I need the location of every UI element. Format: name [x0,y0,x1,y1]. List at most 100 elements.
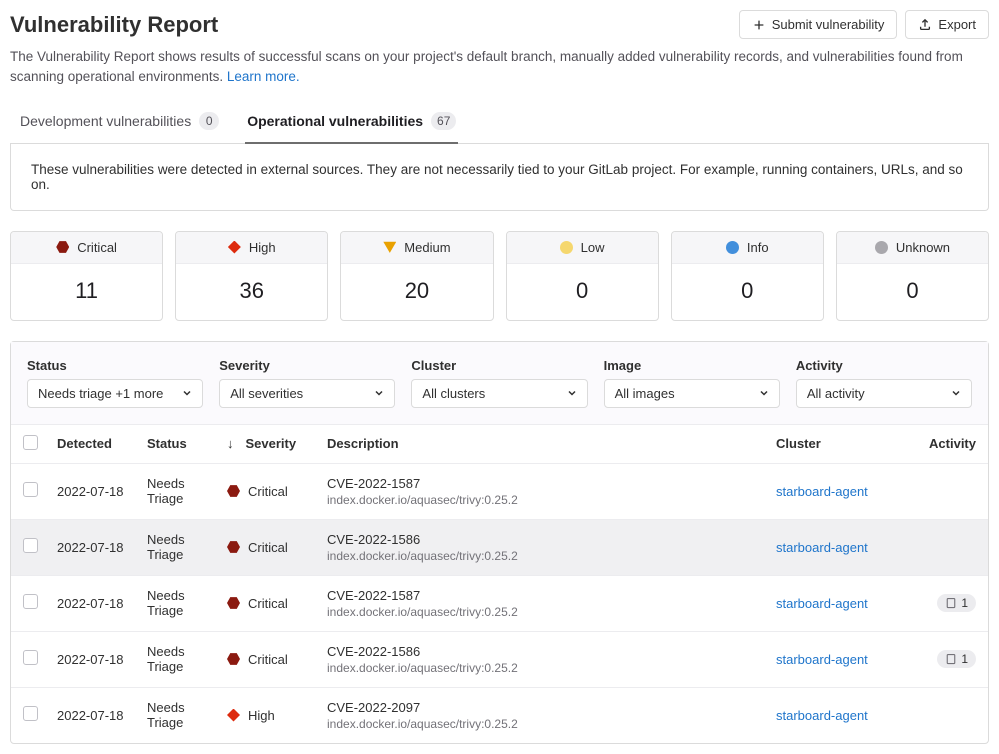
sev-critical-icon [56,241,69,254]
sev-critical-icon [227,485,240,498]
severity-card-medium[interactable]: Medium20 [340,231,493,321]
row-cve[interactable]: CVE-2022-1587 [327,476,776,491]
row-checkbox[interactable] [23,706,38,721]
filter-label-severity: Severity [219,358,395,373]
severity-count: 0 [837,264,988,320]
filter-dropdown-activity[interactable]: All activity [796,379,972,408]
sev-medium-icon [383,241,396,254]
row-cluster-link[interactable]: starboard-agent [776,540,868,555]
col-activity[interactable]: Activity [916,436,976,451]
row-detected: 2022-07-18 [57,708,147,723]
sev-high-icon [227,709,240,722]
row-cve[interactable]: CVE-2022-1587 [327,588,776,603]
select-all-checkbox[interactable] [23,435,38,450]
severity-count: 36 [176,264,327,320]
row-status: NeedsTriage [147,700,227,730]
row-detected: 2022-07-18 [57,596,147,611]
row-checkbox[interactable] [23,482,38,497]
col-severity[interactable]: ↓Severity [227,436,327,451]
export-button[interactable]: Export [905,10,989,39]
severity-card-info[interactable]: Info0 [671,231,824,321]
sev-unknown-icon [875,241,888,254]
export-label: Export [938,17,976,32]
row-cluster-link[interactable]: starboard-agent [776,596,868,611]
sort-down-icon: ↓ [227,436,234,451]
row-status: NeedsTriage [147,476,227,506]
plus-icon [752,18,766,32]
severity-count: 20 [341,264,492,320]
row-cluster-link[interactable]: starboard-agent [776,708,868,723]
chevron-down-icon [182,388,192,398]
severity-count: 0 [672,264,823,320]
sev-critical-icon [227,597,240,610]
filter-dropdown-cluster[interactable]: All clusters [411,379,587,408]
filter-label-status: Status [27,358,203,373]
col-description[interactable]: Description [327,436,776,451]
intro-text: The Vulnerability Report shows results o… [10,47,989,88]
row-checkbox[interactable] [23,650,38,665]
row-cve[interactable]: CVE-2022-1586 [327,644,776,659]
activity-badge[interactable]: 1 [937,594,976,612]
learn-more-link[interactable]: Learn more. [227,69,300,84]
sev-info-icon [726,241,739,254]
row-checkbox[interactable] [23,538,38,553]
sev-high-icon [228,241,241,254]
issue-icon [945,597,957,609]
filter-dropdown-image[interactable]: All images [604,379,780,408]
row-severity: Critical [227,652,327,667]
col-cluster[interactable]: Cluster [776,436,916,451]
col-detected[interactable]: Detected [57,436,147,451]
severity-card-low[interactable]: Low0 [506,231,659,321]
row-severity: Critical [227,540,327,555]
table-row[interactable]: 2022-07-18NeedsTriageHighCVE-2022-2097 in… [11,688,988,743]
row-image: index.docker.io/aquasec/trivy:0.25.2 [327,493,776,507]
row-cluster-link[interactable]: starboard-agent [776,652,868,667]
filter-dropdown-severity[interactable]: All severities [219,379,395,408]
chevron-down-icon [759,388,769,398]
submit-vulnerability-button[interactable]: Submit vulnerability [739,10,898,39]
tab-count-badge: 0 [199,112,219,130]
chevron-down-icon [951,388,961,398]
filter-label-cluster: Cluster [411,358,587,373]
row-cve[interactable]: CVE-2022-2097 [327,700,776,715]
chevron-down-icon [374,388,384,398]
filter-label-activity: Activity [796,358,972,373]
row-severity: Critical [227,484,327,499]
severity-card-high[interactable]: High36 [175,231,328,321]
table-row[interactable]: 2022-07-18NeedsTriageCriticalCVE-2022-15… [11,520,988,576]
sev-critical-icon [227,541,240,554]
export-icon [918,18,932,32]
sev-low-icon [560,241,573,254]
row-severity: High [227,708,327,723]
table-row[interactable]: 2022-07-18NeedsTriageCriticalCVE-2022-15… [11,576,988,632]
row-image: index.docker.io/aquasec/trivy:0.25.2 [327,605,776,619]
filter-dropdown-status[interactable]: Needs triage +1 more [27,379,203,408]
filter-label-image: Image [604,358,780,373]
chevron-down-icon [567,388,577,398]
col-status[interactable]: Status [147,436,227,451]
row-status: NeedsTriage [147,588,227,618]
row-cve[interactable]: CVE-2022-1586 [327,532,776,547]
row-checkbox[interactable] [23,594,38,609]
intro-body: The Vulnerability Report shows results o… [10,49,963,84]
row-image: index.docker.io/aquasec/trivy:0.25.2 [327,549,776,563]
issue-icon [945,653,957,665]
table-row[interactable]: 2022-07-18NeedsTriageCriticalCVE-2022-15… [11,632,988,688]
tab-operational-vulnerabilities[interactable]: Operational vulnerabilities67 [245,102,458,144]
panel-description: These vulnerabilities were detected in e… [11,144,988,210]
tab-development-vulnerabilities[interactable]: Development vulnerabilities0 [18,102,221,144]
row-status: NeedsTriage [147,644,227,674]
severity-card-unknown[interactable]: Unknown0 [836,231,989,321]
row-severity: Critical [227,596,327,611]
row-image: index.docker.io/aquasec/trivy:0.25.2 [327,661,776,675]
row-detected: 2022-07-18 [57,652,147,667]
row-detected: 2022-07-18 [57,540,147,555]
severity-card-critical[interactable]: Critical11 [10,231,163,321]
row-status: NeedsTriage [147,532,227,562]
row-image: index.docker.io/aquasec/trivy:0.25.2 [327,717,776,731]
row-cluster-link[interactable]: starboard-agent [776,484,868,499]
activity-badge[interactable]: 1 [937,650,976,668]
severity-count: 0 [507,264,658,320]
table-row[interactable]: 2022-07-18NeedsTriageCriticalCVE-2022-15… [11,464,988,520]
severity-count: 11 [11,264,162,320]
